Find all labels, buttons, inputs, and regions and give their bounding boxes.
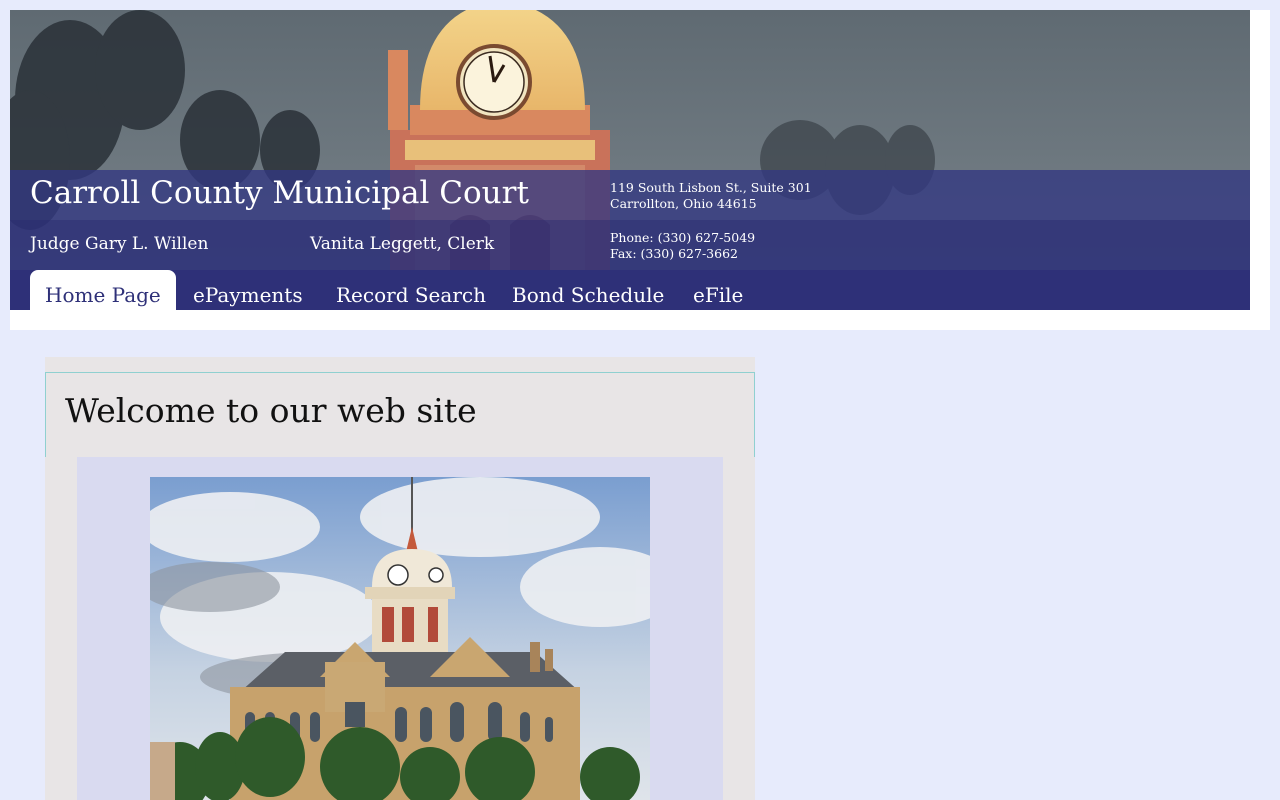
page-heading: Welcome to our web site: [65, 391, 477, 430]
photo-frame: [77, 457, 723, 800]
main-nav: Home Page ePayments Record Search Bond S…: [10, 270, 1250, 310]
clerk-name: Vanita Leggett, Clerk: [310, 234, 495, 254]
address-line-1: 119 South Lisbon St., Suite 301: [610, 180, 812, 195]
main-content: Welcome to our web site: [45, 357, 755, 800]
judge-name: Judge Gary L. Willen: [30, 234, 209, 254]
nav-efile[interactable]: eFile: [693, 270, 743, 310]
court-address: 119 South Lisbon St., Suite 301 Carrollt…: [610, 180, 812, 212]
court-contact: Phone: (330) 627-5049 Fax: (330) 627-366…: [610, 230, 755, 262]
nav-bond-schedule[interactable]: Bond Schedule: [512, 270, 664, 310]
fax-number: Fax: (330) 627-3662: [610, 246, 738, 261]
courthouse-photo: [150, 477, 650, 800]
nav-record-search[interactable]: Record Search: [336, 270, 486, 310]
site-title: Carroll County Municipal Court: [30, 175, 529, 211]
address-line-2: Carrollton, Ohio 44615: [610, 196, 757, 211]
nav-epayments[interactable]: ePayments: [193, 270, 303, 310]
header-banner: Carroll County Municipal Court 119 South…: [10, 10, 1250, 310]
courthouse-photo-image: [150, 477, 650, 800]
phone-number: Phone: (330) 627-5049: [610, 230, 756, 245]
nav-home-page[interactable]: Home Page: [30, 270, 176, 310]
